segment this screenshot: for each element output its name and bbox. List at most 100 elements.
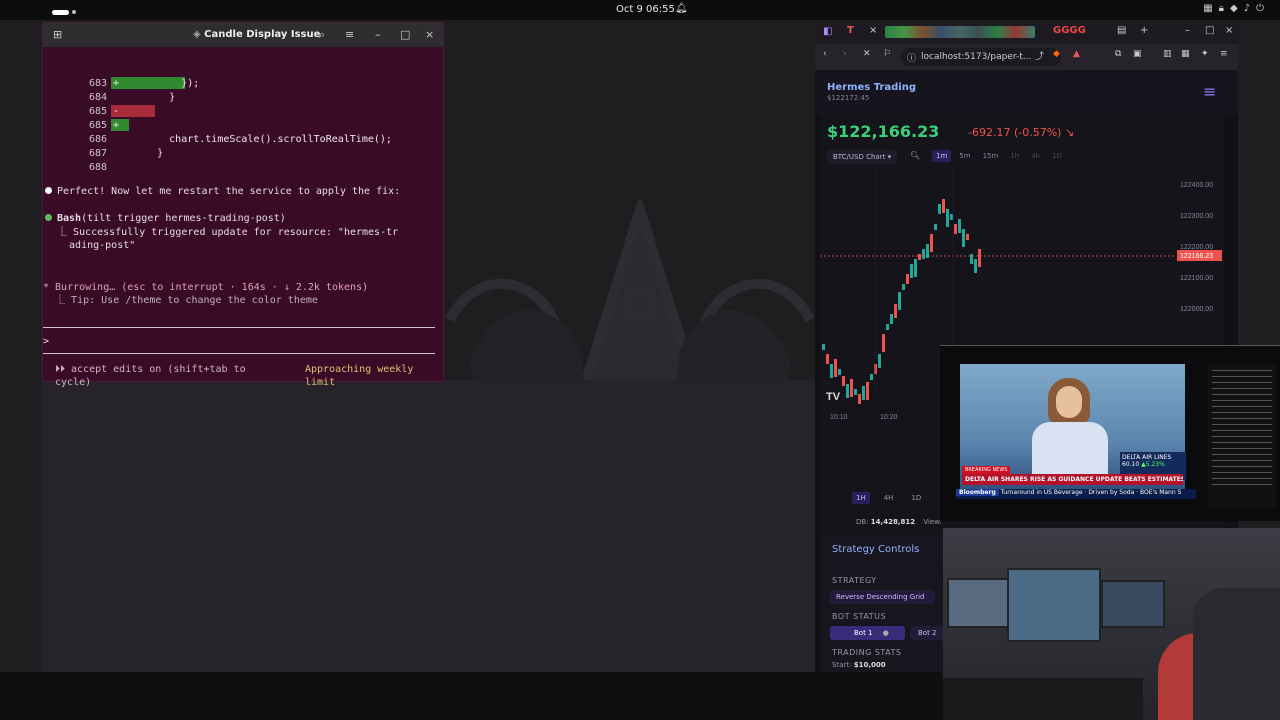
candle [914, 259, 917, 277]
url-text[interactable]: localhost:5173/paper-t... [921, 52, 1031, 62]
timeframe-4h[interactable]: 4h [1027, 150, 1044, 162]
wallet-icon[interactable]: ▣ [1133, 49, 1142, 59]
diff-line: 684 } [43, 91, 433, 104]
candle [938, 204, 941, 214]
candle [926, 244, 929, 258]
line-number: 685 [88, 106, 107, 117]
maximize-icon[interactable]: □ [400, 28, 410, 41]
hamburger-menu-icon[interactable]: ≡ [1203, 82, 1216, 101]
tab-gggg[interactable]: GGGG [1053, 25, 1086, 36]
prompt-input[interactable]: > [43, 335, 49, 348]
bash-tool-call: Bash(tilt trigger hermes-trading-post) [45, 212, 286, 225]
candle [842, 376, 845, 386]
chevron-down-icon: ▾ [887, 153, 892, 161]
terminal-title: Candle Display Issue [204, 29, 321, 40]
tab-bar[interactable]: ◧ T × GGGG ▤ + – □ × [815, 22, 1238, 44]
x-axis-tick: 10:10 [830, 414, 848, 421]
network-icon[interactable]: ◆ [1230, 3, 1244, 14]
new-tab-icon[interactable]: ⊞ [53, 28, 62, 41]
forward-icon[interactable]: › [843, 49, 847, 59]
news-crawl: Bloomberg Turnaround in US Beverage · Dr… [956, 489, 1196, 499]
power-icon[interactable]: ⏻ [1256, 3, 1270, 14]
timeframe-15m[interactable]: 15m [979, 150, 1003, 162]
trading-stats-label: TRADING STATS [832, 648, 902, 657]
terminal-titlebar[interactable]: ⊞ ◈ Candle Display Issue ⌕ ≡ – □ × [43, 23, 443, 47]
bell-icon[interactable]: 🔔︎ [675, 3, 688, 14]
grid-icon[interactable]: ▦ [1203, 3, 1218, 14]
diff-sign [113, 91, 119, 104]
tradingview-logo-icon[interactable]: TV [826, 391, 841, 403]
timeframe-5m[interactable]: 5m [955, 150, 974, 162]
range-4H[interactable]: 4H [880, 492, 898, 504]
strategy-select[interactable]: Reverse Descending Grid [830, 590, 935, 604]
extensions-icon[interactable]: ⧉ [1115, 49, 1121, 59]
share-icon[interactable]: ⤴ [1035, 49, 1044, 62]
new-tab-icon[interactable]: + [1140, 25, 1148, 36]
volume-icon[interactable]: ♪ [1244, 3, 1256, 14]
symbol-select[interactable]: BTC/USD Chart ▾ [827, 150, 898, 164]
timeframe-1m[interactable]: 1m [932, 150, 952, 162]
news-video-frame[interactable]: DELTA AIR LINES 60.10 ▲5.23% BREAKING NEW… [960, 364, 1186, 494]
diff-sign [113, 133, 119, 146]
range-1H[interactable]: 1H [852, 492, 870, 504]
tab-icon[interactable]: ▤ [1117, 25, 1126, 36]
menu-icon[interactable]: ≡ [345, 28, 354, 41]
close-icon[interactable]: × [425, 28, 434, 41]
sidebar-icon[interactable]: ▥ [1163, 49, 1172, 59]
terminal-window[interactable]: ⊞ ◈ Candle Display Issue ⌕ ≡ – □ × 683 + … [42, 22, 444, 388]
minimize-icon[interactable]: – [375, 28, 381, 41]
range-1D[interactable]: 1D [907, 492, 925, 504]
side-text-lines [1212, 370, 1272, 490]
diff-sign [113, 147, 119, 160]
diff-line: 685- [43, 105, 433, 118]
search-icon[interactable]: ⌕ [319, 28, 325, 42]
timeframe-1D[interactable]: 1D [1048, 150, 1066, 162]
search-icon[interactable]: 🔍︎ [910, 151, 920, 160]
diff-line: 688 [43, 161, 433, 174]
candle [962, 229, 965, 247]
mode-indicator[interactable]: ⏵⏵ accept edits on (shift+tab to cycle) [55, 363, 246, 389]
app-title[interactable]: Hermes Trading [827, 82, 916, 93]
candle [886, 324, 889, 330]
diff-line: 683 + }); [43, 77, 433, 90]
candle [930, 234, 933, 252]
timeframe-1h[interactable]: 1h [1006, 150, 1023, 162]
status-line: * Burrowing… (esc to interrupt · 164s · … [43, 282, 369, 293]
diff-code: chart.timeScale().scrollToRealTime(); [121, 134, 392, 145]
candle [954, 224, 957, 234]
line-number: 685 [88, 120, 107, 131]
db-stats: DB: 14,428,812 View: [856, 518, 942, 526]
diff-sign: - [113, 106, 120, 117]
rewards-icon[interactable]: ▲ [1073, 49, 1080, 59]
maximize-icon[interactable]: □ [1205, 25, 1214, 36]
tab-manager-icon[interactable]: ▦ [1181, 49, 1190, 59]
workspace-indicator[interactable] [52, 7, 76, 18]
side-panel [1208, 364, 1276, 509]
candle [870, 374, 873, 380]
bot-1-button[interactable]: Bot 1 ● [830, 626, 905, 640]
news-video-window[interactable]: DELTA AIR LINES 60.10 ▲5.23% BREAKING NEW… [940, 345, 1280, 521]
candle [866, 382, 869, 400]
lock-icon[interactable]: 🔒︎ [1219, 3, 1230, 14]
clock[interactable]: Oct 9 06:55 [616, 4, 675, 15]
close-icon[interactable]: × [1225, 25, 1233, 36]
minimize-icon[interactable]: – [1185, 25, 1190, 36]
menu-icon[interactable]: ≡ [1220, 49, 1228, 59]
navigation-bar: ‹ › ✕ ⚐ ⓘ localhost:5173/paper-t... ⤴ ◆ … [815, 44, 1238, 70]
chair [1193, 588, 1280, 720]
news-headline: DELTA AIR SHARES RISE AS GUIDANCE UPDATE… [962, 474, 1183, 485]
extension-icon[interactable]: ◧ [823, 26, 832, 37]
anchor-body [1032, 422, 1108, 474]
brave-shield-icon[interactable]: ◆ [1053, 49, 1060, 59]
t-tab-icon[interactable]: T [847, 25, 854, 36]
leo-icon[interactable]: ✦ [1201, 49, 1209, 59]
reload-icon[interactable]: ✕ [863, 49, 871, 59]
candle [942, 199, 945, 213]
back-icon[interactable]: ‹ [823, 49, 827, 59]
close-tab-icon[interactable]: × [869, 25, 877, 36]
monitor-center [1007, 568, 1101, 642]
pinned-tabs-strip[interactable] [885, 26, 1035, 38]
candle [882, 334, 885, 352]
bookmark-icon[interactable]: ⚐ [883, 49, 891, 59]
system-tray[interactable]: ▦🔒︎◆♪⏻ [1203, 3, 1270, 14]
